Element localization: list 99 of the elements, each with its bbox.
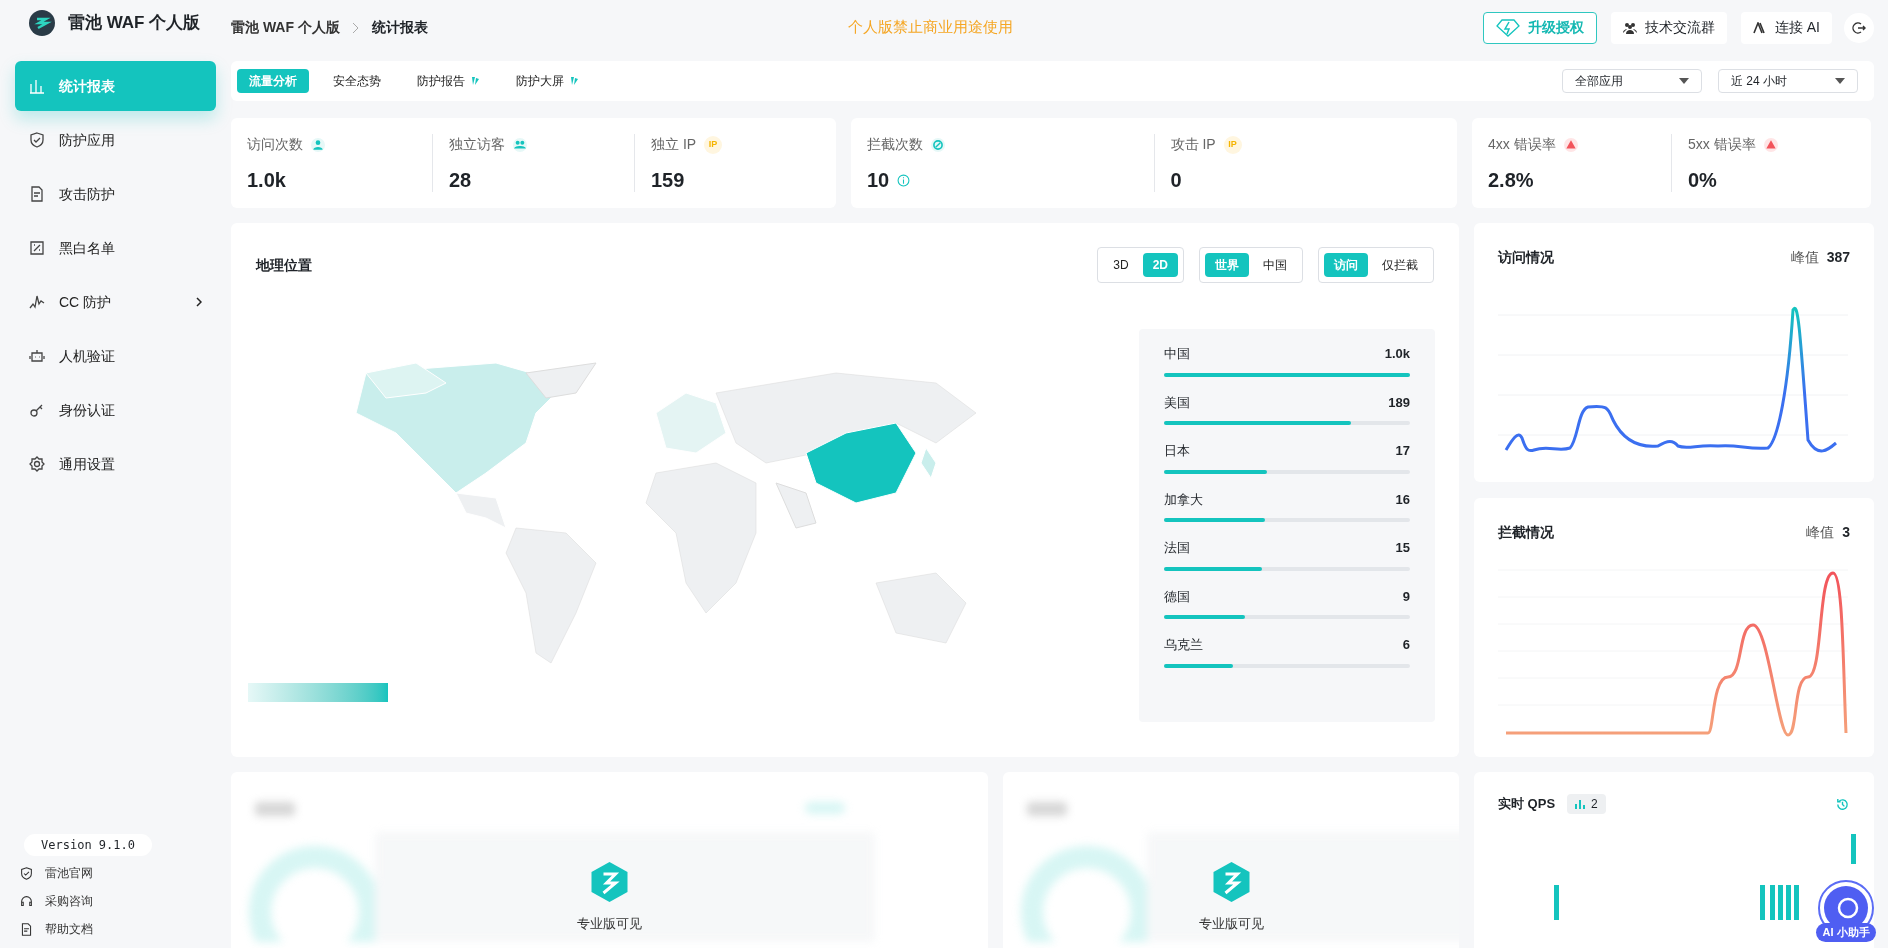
sidebar-item[interactable]: 身份认证 xyxy=(15,385,216,435)
breadcrumb-link[interactable]: 雷池 WAF 个人版 xyxy=(231,17,340,38)
tab[interactable]: 防护大屏 xyxy=(504,69,591,93)
toggle-option[interactable]: 3D xyxy=(1103,253,1139,277)
document-icon xyxy=(29,186,45,202)
stat-value: 28 xyxy=(449,168,472,193)
ai-button[interactable]: 连接 AI xyxy=(1740,11,1832,44)
app-title: 雷池 WAF 个人版 xyxy=(68,12,201,35)
sidebar-item[interactable]: 黑白名单 xyxy=(15,223,216,273)
sidebar-item[interactable]: 攻击防护 xyxy=(15,169,216,219)
country-count: 189 xyxy=(1388,393,1410,412)
stat-label: 独立 IP xyxy=(651,135,697,154)
peak-label: 峰值 xyxy=(1790,248,1819,267)
sidebar-item[interactable]: 人机验证 xyxy=(15,331,216,381)
card-title: 访问情况 xyxy=(1498,248,1554,267)
pro-only-label: 专业版可见 xyxy=(577,915,642,933)
bar-chart-icon xyxy=(1575,799,1586,809)
country-name: 加拿大 xyxy=(1164,490,1203,509)
pulse-icon xyxy=(29,294,45,310)
country-count: 1.0k xyxy=(1384,345,1410,363)
stat-value: 0 xyxy=(1170,168,1182,193)
country-count: 16 xyxy=(1395,490,1410,509)
pro-badge-icon xyxy=(470,76,480,86)
qps-count-badge: 2 xyxy=(1567,794,1606,814)
country-name: 中国 xyxy=(1164,345,1190,363)
stat-label: 独立访客 xyxy=(449,135,505,154)
history-icon[interactable] xyxy=(1835,796,1850,812)
people-icon xyxy=(513,137,527,152)
stat-label: 拦截次数 xyxy=(867,135,923,154)
logout-button[interactable] xyxy=(1844,12,1874,43)
card-title: 地理位置 xyxy=(256,255,312,275)
country-name: 德国 xyxy=(1164,587,1190,606)
caret-icon xyxy=(1679,78,1689,84)
tab[interactable]: 安全态势 xyxy=(321,69,393,93)
country-name: 美国 xyxy=(1164,393,1190,412)
stat-value: 0% xyxy=(1688,168,1717,193)
person-icon xyxy=(311,137,325,152)
caret-icon xyxy=(1835,78,1845,84)
warning-icon xyxy=(1763,137,1778,152)
chevron-right-icon xyxy=(196,297,202,307)
stat-label: 4xx 错误率 xyxy=(1488,135,1556,154)
country-count: 9 xyxy=(1402,587,1410,606)
ip-badge: IP xyxy=(704,135,723,154)
version-label: Version 9.1.0 xyxy=(24,834,152,856)
pro-only-label: 专业版可见 xyxy=(1198,915,1264,933)
ip-badge: IP xyxy=(1223,135,1242,154)
stat-value: 10 xyxy=(867,168,890,193)
shield-icon xyxy=(29,132,45,148)
ai-icon xyxy=(1752,21,1767,34)
tab[interactable]: 防护报告 xyxy=(405,69,492,93)
info-icon[interactable] xyxy=(897,173,911,187)
ai-assistant-button[interactable]: AI 小助手 xyxy=(1813,880,1879,946)
toggle-option[interactable]: 中国 xyxy=(1253,253,1297,277)
footer-link[interactable]: 采购咨询 xyxy=(20,890,207,912)
settings-icon xyxy=(29,456,45,472)
footer-link[interactable]: 帮助文档 xyxy=(20,918,207,940)
logo-icon xyxy=(28,9,56,37)
toggle-option[interactable]: 仅拦截 xyxy=(1372,253,1428,277)
country-count: 15 xyxy=(1395,539,1410,557)
card-title: 实时 QPS xyxy=(1498,795,1556,814)
stat-value: 2.8% xyxy=(1488,168,1534,193)
stat-value: 1.0k xyxy=(247,168,286,193)
country-name: 乌克兰 xyxy=(1164,636,1203,654)
footer-link[interactable]: 雷池官网 xyxy=(20,862,207,884)
users-icon xyxy=(1622,21,1637,34)
group-button[interactable]: 技术交流群 xyxy=(1610,11,1727,44)
key-icon xyxy=(29,402,45,418)
lightning-icon xyxy=(1495,18,1520,37)
bar-chart-icon xyxy=(29,78,45,94)
block-icon xyxy=(931,137,945,152)
peak-value: 3 xyxy=(1842,523,1850,542)
peak-label: 峰值 xyxy=(1806,523,1835,542)
stat-label: 攻击 IP xyxy=(1170,135,1216,154)
qps-bar xyxy=(1851,834,1856,864)
breadcrumb-current: 统计报表 xyxy=(371,18,428,37)
stat-value: 159 xyxy=(651,168,685,193)
sidebar-item[interactable]: CC 防护 xyxy=(15,277,216,327)
country-name: 日本 xyxy=(1164,442,1190,460)
list-icon xyxy=(29,240,45,256)
stat-label: 5xx 错误率 xyxy=(1688,135,1756,154)
card-title: 拦截情况 xyxy=(1498,523,1554,542)
headset-icon xyxy=(20,894,33,908)
shield-icon xyxy=(20,866,33,880)
notice-text: 个人版禁止商业用途使用 xyxy=(847,17,1013,38)
warning-icon xyxy=(1563,137,1578,152)
sidebar-item[interactable]: 通用设置 xyxy=(15,439,216,489)
dropdown-select[interactable]: 近 24 小时 xyxy=(1718,69,1858,93)
peak-value: 387 xyxy=(1826,248,1850,267)
document-icon xyxy=(20,922,33,936)
pro-badge-icon xyxy=(569,76,579,86)
logout-icon xyxy=(1852,20,1866,35)
country-name: 法国 xyxy=(1164,539,1190,557)
country-count: 17 xyxy=(1395,442,1410,460)
robot-icon xyxy=(29,348,45,364)
dropdown-select[interactable]: 全部应用 xyxy=(1562,69,1702,93)
chevron-right-icon xyxy=(351,21,360,34)
sidebar-item[interactable]: 防护应用 xyxy=(15,115,216,165)
country-count: 6 xyxy=(1402,636,1410,654)
stat-label: 访问次数 xyxy=(247,135,303,154)
